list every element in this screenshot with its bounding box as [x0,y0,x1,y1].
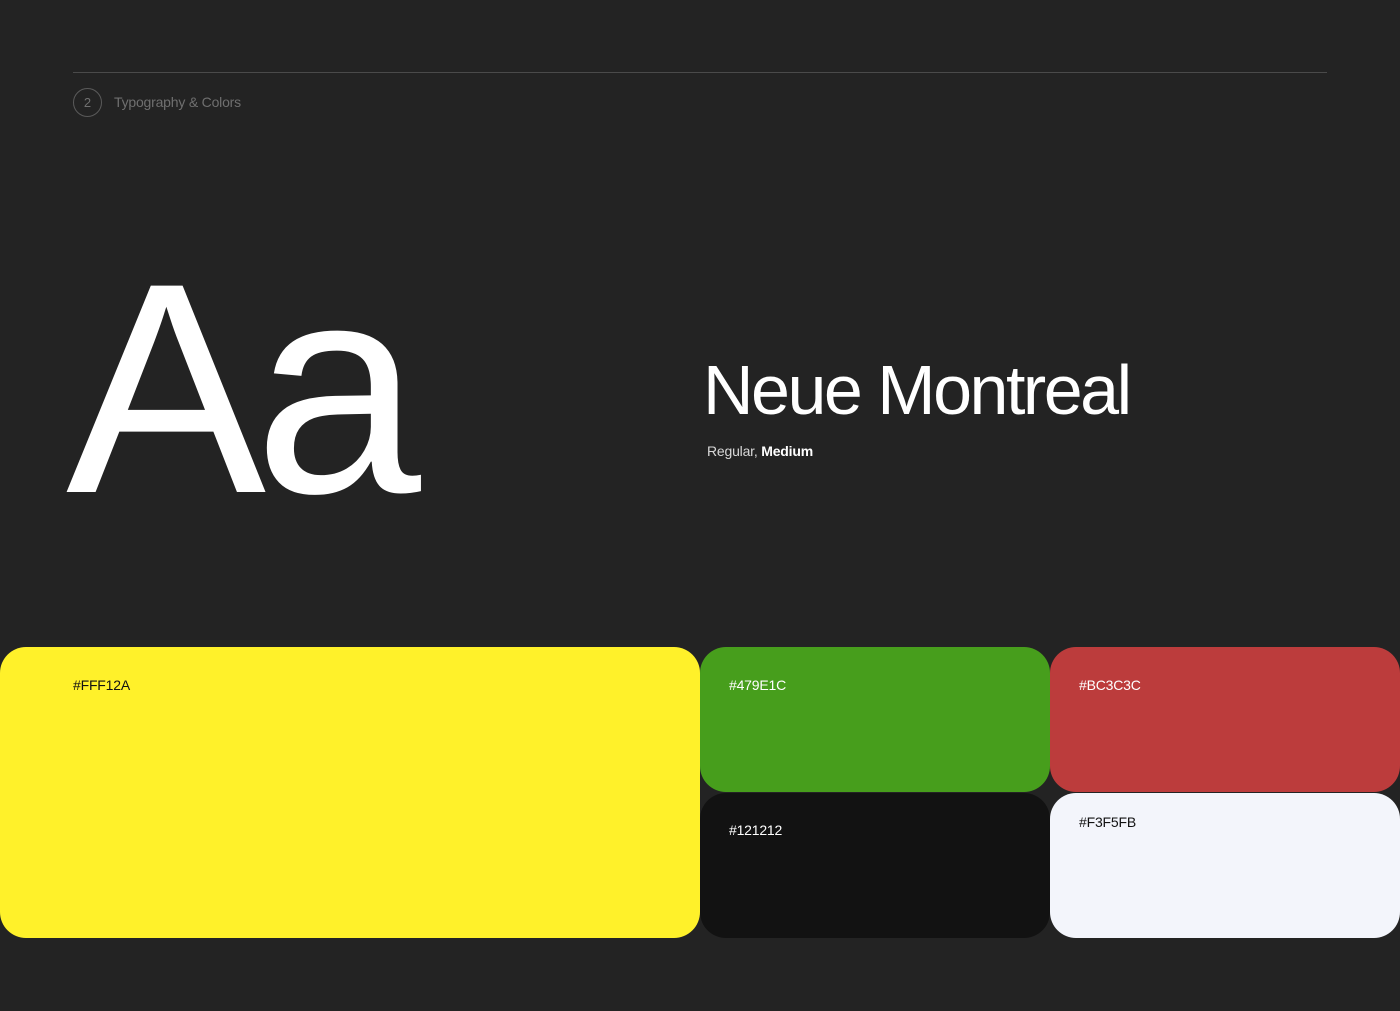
section-number-badge: 2 [73,87,102,117]
font-name: Neue Montreal [703,351,1132,429]
glyph-sample: Aa [66,220,421,556]
font-weight-regular: Regular, [707,443,758,459]
color-swatch-yellow: #FFF12A [0,647,700,938]
section-header: 2 Typography & Colors [73,87,241,117]
color-swatch-green: #479E1C [700,647,1050,792]
color-swatch-red: #BC3C3C [1050,647,1400,792]
color-swatch-white: #F3F5FB [1050,793,1400,938]
swatch-hex-label: #479E1C [729,677,786,693]
section-title: Typography & Colors [114,94,241,110]
font-weights: Regular, Medium [707,443,813,459]
swatch-hex-label: #F3F5FB [1079,814,1136,830]
font-weight-medium: Medium [761,443,813,459]
swatch-hex-label: #121212 [729,822,783,838]
swatch-hex-label: #FFF12A [73,677,130,693]
color-swatch-black: #121212 [700,793,1050,938]
brand-guide-page: 2 Typography & Colors Aa Neue Montreal R… [0,0,1400,1011]
top-divider [73,72,1327,73]
swatch-hex-label: #BC3C3C [1079,677,1141,693]
